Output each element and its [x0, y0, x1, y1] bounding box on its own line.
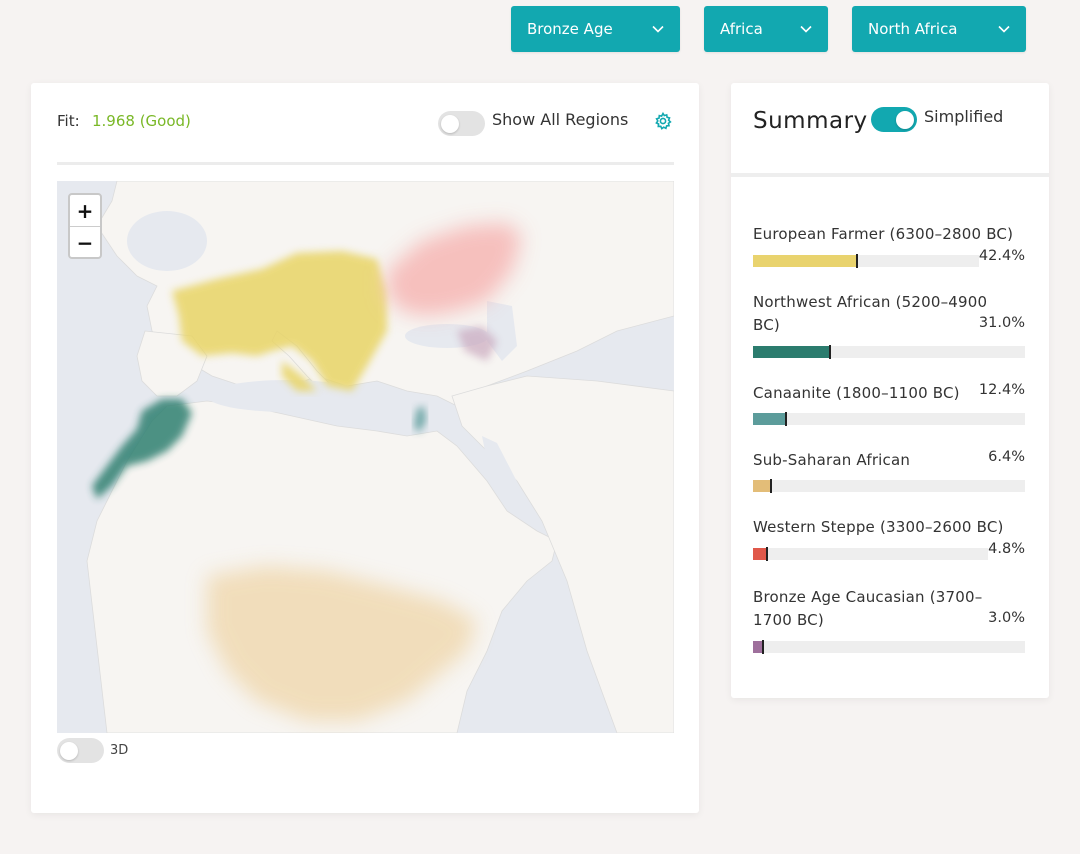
summary-title: Summary [753, 108, 868, 134]
component-bar-fill [753, 480, 771, 492]
component-bar-fill [753, 413, 786, 425]
fit-value: 1.968 (Good) [92, 112, 191, 130]
fit-label: Fit: [57, 112, 80, 130]
component-name: Sub-Saharan African [753, 451, 911, 469]
component-percent: 42.4% [978, 248, 1025, 264]
component-name: European Farmer (6300–2800 BC) [753, 225, 1014, 243]
component-row: European Farmer (6300–2800 BC) 42.4% [753, 223, 1025, 269]
chevron-down-icon [998, 25, 1010, 33]
gear-icon[interactable] [653, 111, 673, 135]
component-row: Sub-Saharan African 6.4% [753, 449, 1025, 494]
period-dropdown-label: Bronze Age [527, 20, 613, 38]
component-row: Western Steppe (3300–2600 BC) 4.8% [753, 516, 1025, 562]
continent-dropdown[interactable]: Africa [704, 6, 828, 52]
component-bar-marker [766, 547, 768, 561]
component-name: Northwest African (5200–4900 BC) [753, 293, 988, 334]
region-dropdown-label: North Africa [868, 20, 958, 38]
simplified-toggle[interactable] [871, 107, 917, 132]
divider [731, 173, 1049, 177]
zoom-out-button[interactable]: − [70, 227, 100, 258]
component-percent: 3.0% [988, 610, 1025, 626]
region-dropdown[interactable]: North Africa [852, 6, 1026, 52]
component-bar-track [753, 345, 1025, 359]
component-bar-track [753, 479, 1025, 493]
component-bar-marker [829, 345, 831, 359]
component-bar-fill [753, 548, 767, 560]
component-bar-marker [770, 479, 772, 493]
toggle-knob [896, 110, 914, 129]
chevron-down-icon [800, 25, 812, 33]
component-name: Bronze Age Caucasian (3700–1700 BC) [753, 588, 983, 629]
show-all-regions-label: Show All Regions [492, 110, 629, 129]
component-percent: 12.4% [978, 382, 1025, 398]
toggle-knob [441, 114, 459, 133]
component-row: Northwest African (5200–4900 BC) 31.0% [753, 291, 1025, 360]
component-bar-marker [762, 640, 764, 654]
component-bar-marker [785, 412, 787, 426]
zoom-control: + − [68, 193, 102, 259]
simplified-label: Simplified [924, 107, 1004, 126]
map-view[interactable]: + − [57, 181, 674, 733]
chevron-down-icon [652, 25, 664, 33]
show-all-regions-toggle[interactable] [438, 111, 485, 136]
component-bar-track [753, 547, 988, 561]
component-percent: 4.8% [988, 541, 1025, 557]
continent-dropdown-label: Africa [720, 20, 763, 38]
results-card: Fit: 1.968 (Good) Show All Regions + − 3… [31, 83, 699, 813]
component-bar-track [753, 412, 1025, 426]
component-bar-fill [753, 255, 857, 267]
summary-card: Summary Simplified European Farmer (6300… [731, 83, 1049, 698]
component-bar-marker [856, 254, 858, 268]
component-percent: 6.4% [988, 449, 1025, 465]
component-row: Canaanite (1800–1100 BC) 12.4% [753, 382, 1025, 427]
toggle-knob [60, 741, 78, 760]
period-dropdown[interactable]: Bronze Age [511, 6, 680, 52]
map-canvas [86, 181, 674, 733]
3d-label: 3D [110, 743, 129, 758]
component-bar-track [753, 254, 979, 268]
component-bar-track [753, 640, 1025, 654]
component-bar-fill [753, 346, 830, 358]
zoom-in-button[interactable]: + [70, 195, 100, 227]
divider [57, 162, 674, 165]
3d-toggle[interactable] [57, 738, 104, 763]
component-name: Western Steppe (3300–2600 BC) [753, 518, 1004, 536]
component-row: Bronze Age Caucasian (3700–1700 BC) 3.0% [753, 586, 1025, 655]
component-percent: 31.0% [978, 315, 1025, 331]
